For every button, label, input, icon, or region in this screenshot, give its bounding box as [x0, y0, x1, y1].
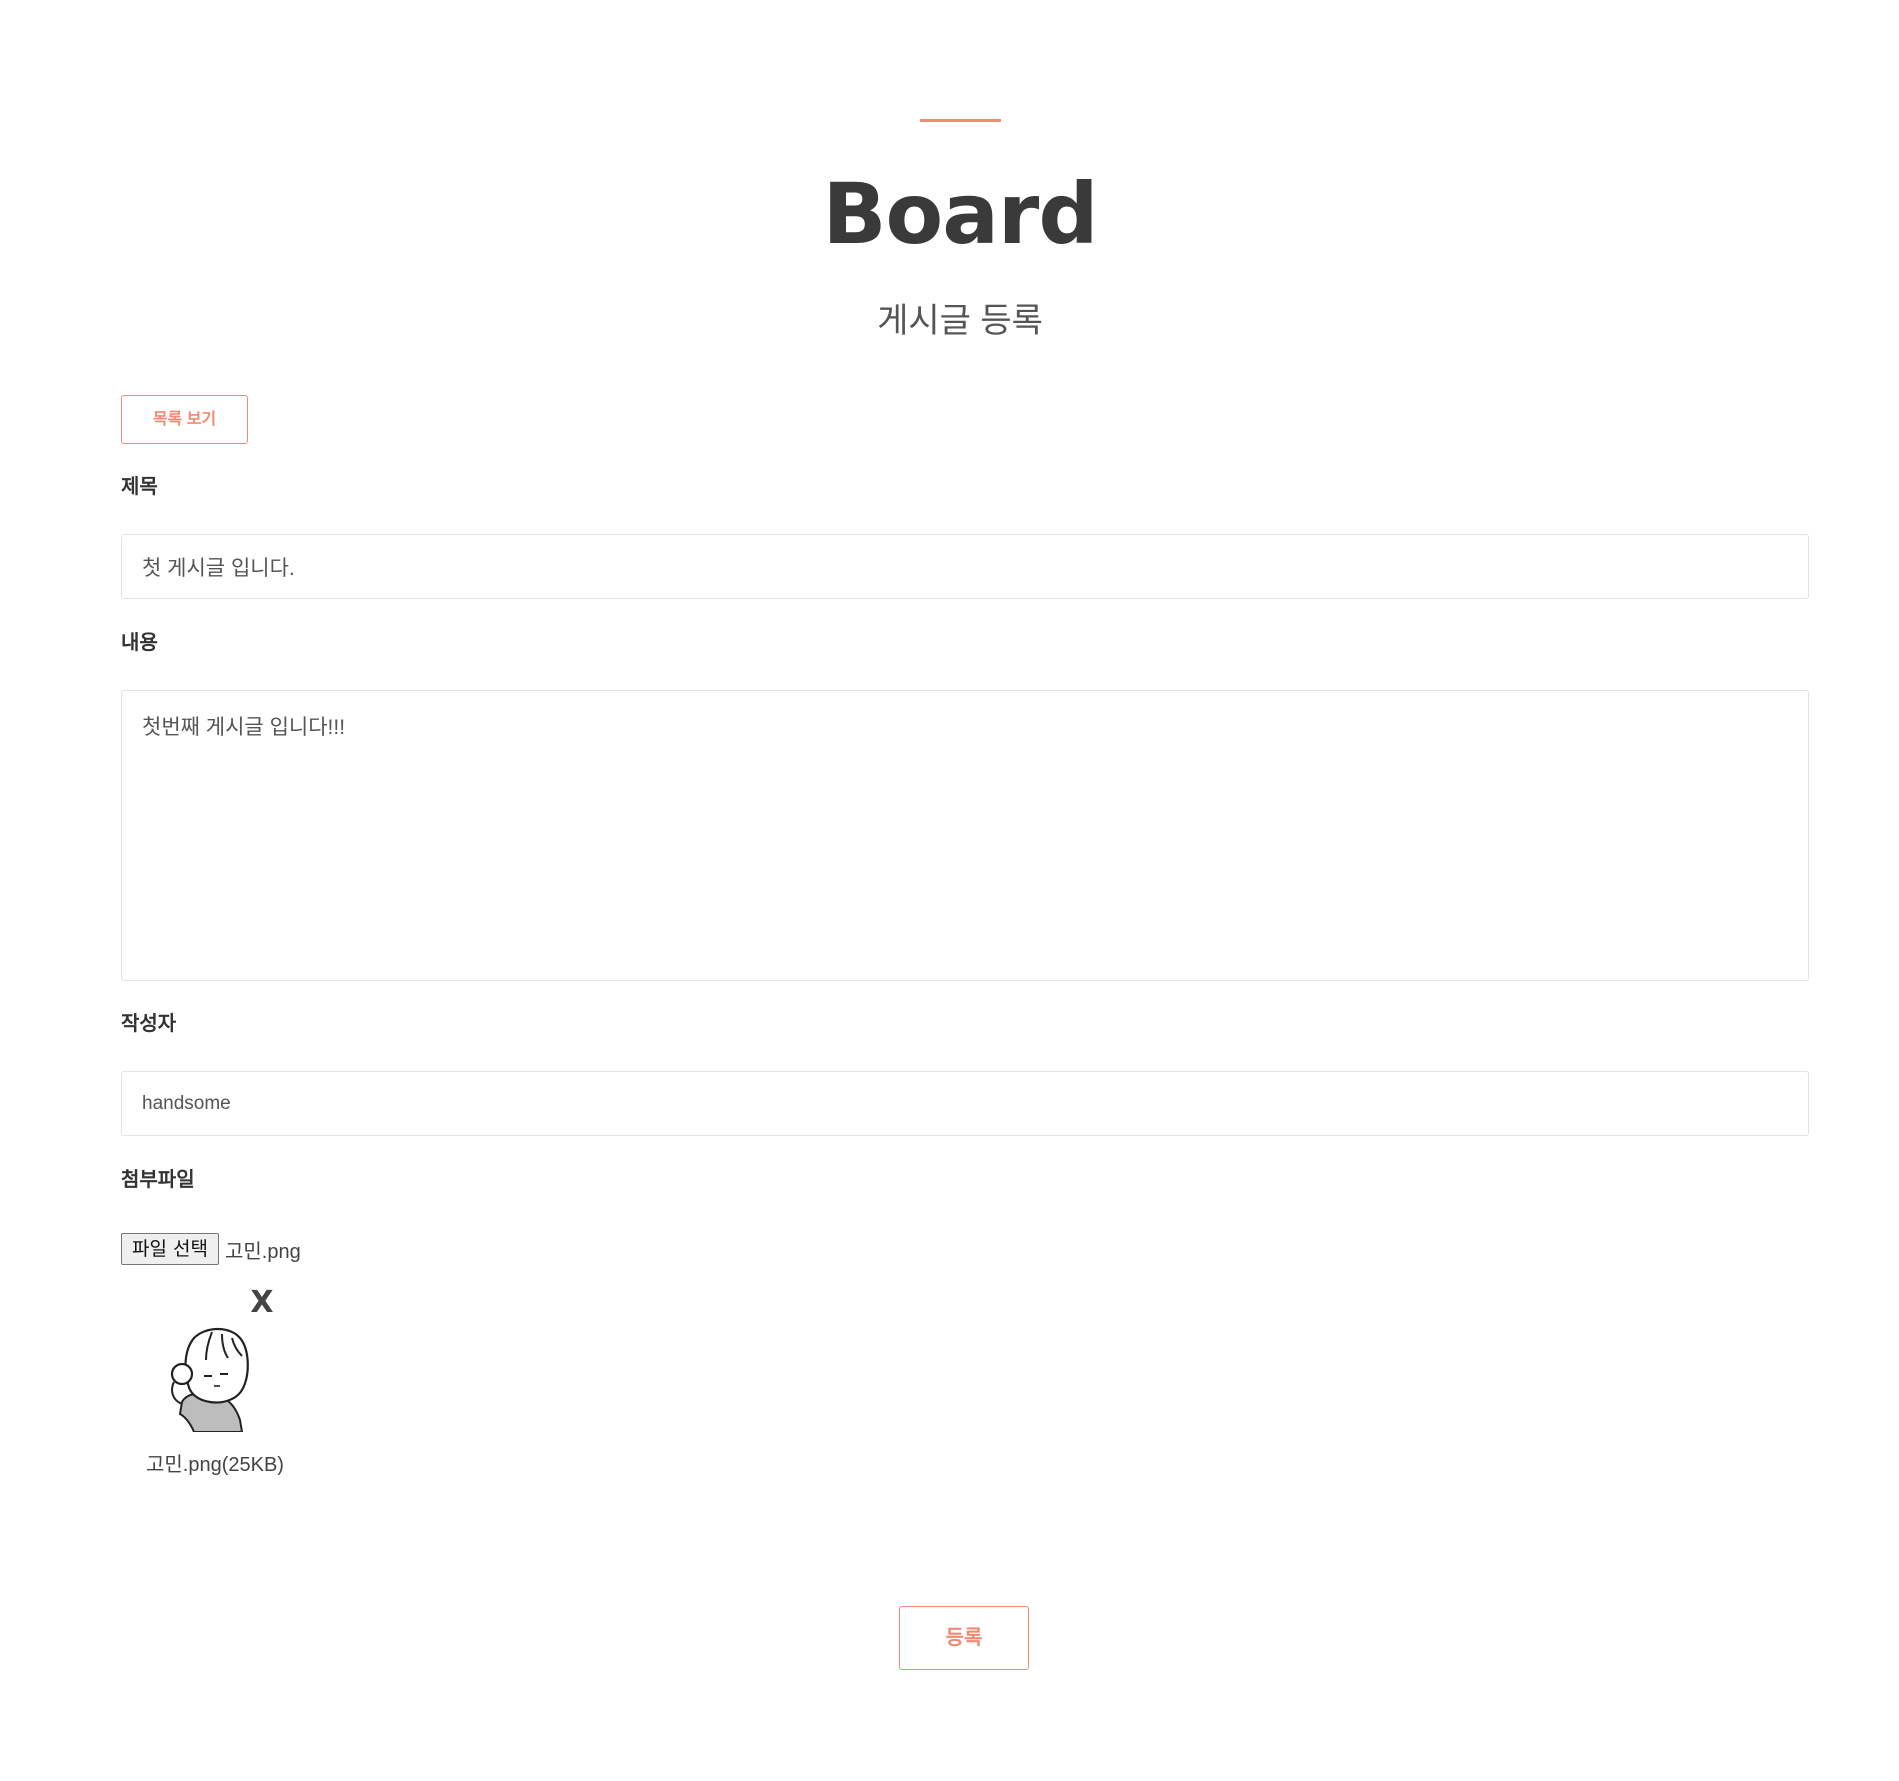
list-view-button[interactable]: 목록 보기: [121, 395, 248, 444]
page-subtitle: 게시글 등록: [877, 302, 1043, 340]
attachment-caption: 고민.png(25KB): [146, 1454, 284, 1476]
writer-input[interactable]: [121, 1071, 1809, 1136]
writer-label: 작성자: [121, 1013, 177, 1035]
remove-file-button[interactable]: X: [247, 1285, 277, 1321]
attachment-thumbnail-image: [170, 1327, 249, 1432]
file-picker: 파일 선택 고민.png: [121, 1232, 301, 1266]
board-write-page: Board 게시글 등록 목록 보기 제목 내용 첫번째 게시글 입니다!!! …: [0, 0, 1899, 1781]
title-label: 제목: [121, 476, 158, 498]
file-select-button[interactable]: 파일 선택: [121, 1233, 219, 1265]
title-input[interactable]: [121, 534, 1809, 599]
page-title: Board: [822, 165, 1099, 263]
selected-file-name: 고민.png: [224, 1240, 301, 1263]
content-label: 내용: [121, 632, 158, 654]
content-textarea[interactable]: 첫번째 게시글 입니다!!!: [121, 690, 1809, 981]
attachment-label: 첨부파일: [121, 1169, 195, 1191]
title-accent-line: [920, 119, 1001, 122]
submit-button[interactable]: 등록: [899, 1606, 1029, 1670]
